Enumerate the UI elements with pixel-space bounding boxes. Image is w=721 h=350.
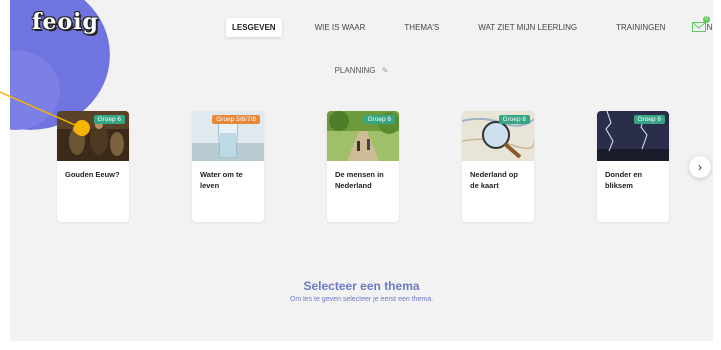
card-title: Gouden Eeuw? (65, 170, 120, 179)
envelope-icon[interactable]: 0 (692, 16, 710, 32)
group-badge: Groep 5/6/7/8 (212, 115, 260, 124)
planning-heading: PLANNING ✎ (10, 66, 713, 75)
theme-card-gouden-eeuw[interactable]: Groep 6 Gouden Eeuw? (57, 111, 129, 222)
nav-item-themas[interactable]: THEMA'S (398, 18, 445, 37)
card-title: Nederland op de kaart (470, 170, 518, 190)
logo[interactable]: feoig (32, 9, 99, 35)
nav-item-wat-ziet-mijn-leerling[interactable]: WAT ZIET MIJN LEERLING (472, 18, 583, 37)
theme-card-nederland-op-de-kaart[interactable]: Groep 6 Nederland op de kaart (462, 111, 534, 222)
app-page: feoig LESGEVEN WIE IS WAAR THEMA'S WAT Z… (10, 0, 713, 341)
nav-item-wie-is-waar[interactable]: WIE IS WAAR (309, 18, 372, 37)
group-badge: Groep 6 (363, 115, 395, 124)
theme-image: Groep 5/6/7/8 (192, 111, 264, 161)
theme-card-donder-en-bliksem[interactable]: Groep 6 Donder en bliksem (597, 111, 669, 222)
planning-label: PLANNING (334, 66, 376, 75)
next-button[interactable]: › (689, 156, 711, 178)
card-title: Donder en bliksem (605, 170, 643, 190)
empty-state-title: Selecteer een thema (303, 279, 420, 293)
theme-image: Groep 6 (57, 111, 129, 161)
notification-badge: 0 (703, 16, 710, 23)
main-nav: LESGEVEN WIE IS WAAR THEMA'S WAT ZIET MI… (226, 16, 713, 38)
empty-state-subtitle: Om les te geven selecteer je eerst een t… (289, 296, 434, 303)
group-badge: Groep 6 (633, 115, 665, 124)
nav-item-trainingen[interactable]: TRAININGEN (610, 18, 671, 37)
theme-card-de-mensen-in-nederland[interactable]: Groep 6 De mensen in Nederland (327, 111, 399, 222)
pencil-icon[interactable]: ✎ (382, 66, 389, 75)
group-badge: Groep 6 (498, 115, 530, 124)
theme-image: Groep 6 (327, 111, 399, 161)
card-title: De mensen in Nederland (335, 170, 384, 190)
chevron-right-icon: › (698, 160, 702, 174)
theme-image: Groep 6 (462, 111, 534, 161)
theme-card-water-om-te-leven[interactable]: Groep 5/6/7/8 Water om te leven (192, 111, 264, 222)
theme-image: Groep 6 (597, 111, 669, 161)
nav-item-lesgeven[interactable]: LESGEVEN (226, 17, 282, 37)
card-title: Water om te leven (200, 170, 243, 190)
group-badge: Groep 6 (93, 115, 125, 124)
